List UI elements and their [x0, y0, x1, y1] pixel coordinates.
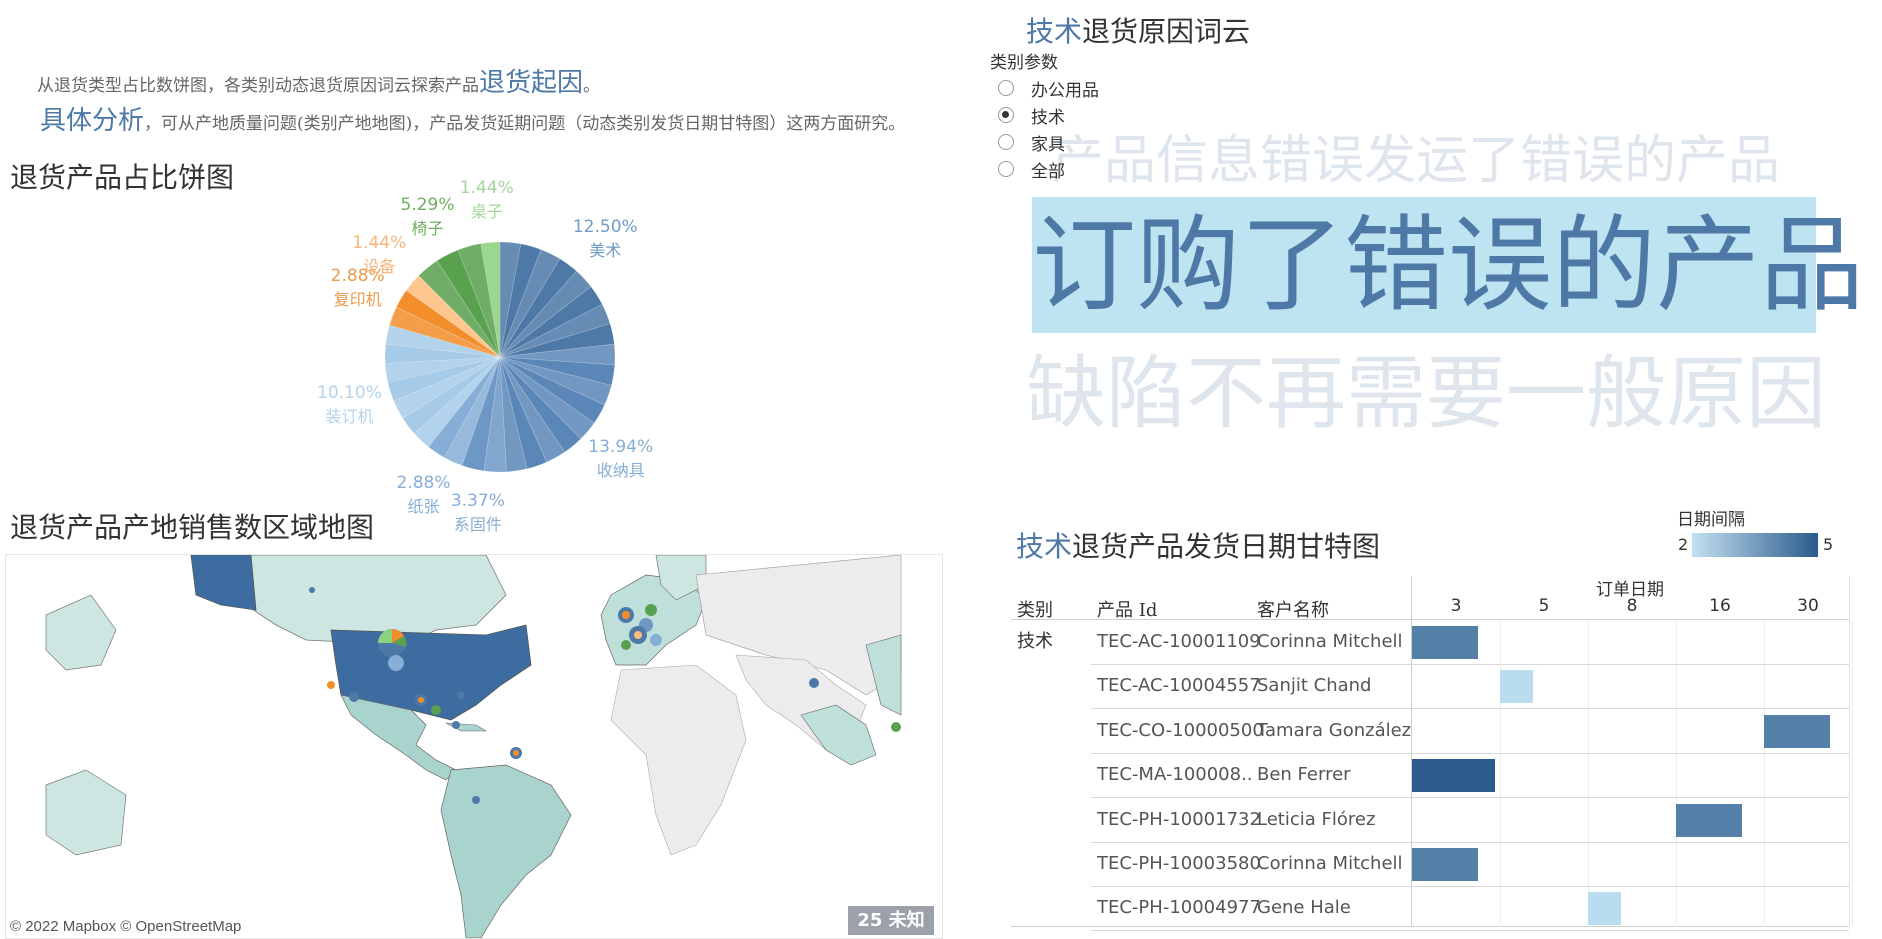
pie-label-percent: 1.44% — [352, 233, 407, 254]
gantt-tick-label: 30 — [1797, 596, 1819, 616]
radio-button-selected[interactable] — [998, 107, 1014, 123]
pie-label: 10.10% 装订机 — [317, 381, 382, 429]
pie-label: 3.37% 系固件 — [451, 489, 505, 537]
gantt-tick-label: 8 — [1626, 596, 1638, 616]
intro-line-1: 从退货类型占比数饼图，各类别动态退货原因词云探索产品退货起因。 — [37, 68, 601, 98]
map-credit: © 2022 Mapbox © OpenStreetMap — [10, 918, 242, 935]
legend-min: 2 — [1678, 535, 1689, 554]
pie-label-category: 美术 — [589, 241, 622, 261]
right-border — [1849, 576, 1850, 926]
pie-label-category: 收纳具 — [596, 460, 645, 480]
pie-label-category: 装订机 — [325, 406, 374, 426]
pie-label-category: 复印机 — [333, 290, 382, 310]
category-param-label: 类别参数 — [990, 53, 1058, 73]
pie-label-percent: 2.88% — [396, 473, 451, 494]
cloud-word-bottom: 缺陷不再需要一般原因 — [1026, 347, 1826, 440]
pie-chart — [384, 241, 616, 473]
gantt-bar[interactable] — [1412, 848, 1478, 881]
pie-label: 1.44% 设备 — [352, 231, 406, 279]
gantt-gridline — [1852, 620, 1853, 925]
map-canvas[interactable] — [6, 555, 942, 938]
gantt-row[interactable]: TEC-PH-10004977 Gene Hale — [1091, 886, 1849, 932]
legend-max: 5 — [1823, 535, 1834, 554]
gantt-title: 技术退货产品发货日期甘特图 — [1016, 530, 1381, 563]
gantt-bar[interactable] — [1764, 714, 1830, 748]
radio-button[interactable] — [998, 80, 1014, 96]
gantt-bar[interactable] — [1500, 670, 1533, 704]
gantt-row[interactable]: TEC-MA-100008.. Ben Ferrer — [1091, 753, 1849, 799]
gantt-bar[interactable] — [1588, 892, 1621, 926]
customer-name-cell: Sanjit Chand — [1257, 675, 1372, 697]
cloud-title: 技术退货原因词云 — [1026, 15, 1251, 48]
gantt-tick-label: 5 — [1538, 596, 1550, 616]
gantt-bar[interactable] — [1412, 626, 1478, 659]
radio-option-furniture[interactable]: 家具 — [998, 129, 1065, 155]
pie-label-category: 设备 — [363, 257, 396, 277]
product-id-cell: TEC-MA-100008.. — [1097, 764, 1253, 786]
pie-label: 1.44% 桌子 — [460, 176, 514, 224]
pie-label: 5.29% 椅子 — [400, 193, 454, 241]
customer-name-cell: Corinna Mitchell — [1257, 853, 1403, 874]
product-id-cell: TEC-PH-10003580 — [1097, 853, 1261, 874]
intro-line-2: 具体分析，可从产地质量问题(类别产地地图)，产品发货延期问题（动态类别发货日期甘… — [40, 106, 906, 136]
customer-name-cell: Tamara González — [1257, 719, 1412, 741]
cloud-word-main[interactable]: 订购了错误的产品 — [1032, 197, 1864, 333]
radio-button[interactable] — [998, 134, 1014, 150]
product-id-cell: TEC-CO-10000500 — [1097, 719, 1264, 741]
pie-label-category: 纸张 — [407, 497, 440, 517]
pie-label: 13.94% 收纳具 — [588, 435, 653, 483]
pie-label-category: 椅子 — [411, 218, 444, 238]
gantt-row[interactable]: TEC-CO-10000500 Tamara González — [1091, 709, 1849, 754]
legend-gradient — [1692, 533, 1818, 557]
region-map[interactable] — [5, 554, 943, 939]
pie-title: 退货产品占比饼图 — [10, 161, 235, 194]
gantt-row[interactable]: TEC-AC-10004557 Sanjit Chand — [1091, 664, 1849, 710]
pie-label-category: 系固件 — [453, 515, 502, 535]
pie-label-percent: 3.37% — [450, 491, 505, 512]
pie-label: 12.50% 美术 — [573, 215, 638, 263]
legend-title: 日期间隔 — [1677, 510, 1745, 530]
product-id-cell: TEC-AC-10001109 — [1097, 631, 1261, 652]
gantt-row[interactable]: TEC-PH-10001732 Leticia Flórez — [1091, 798, 1849, 843]
pie-label-percent: 10.10% — [317, 382, 382, 403]
cloud-word-top: 产品信息错误发运了错误的产品 — [1052, 131, 1781, 191]
product-id-cell: TEC-PH-10001732 — [1097, 808, 1261, 830]
pie-label: 2.88% 纸张 — [396, 471, 450, 519]
gantt-row[interactable]: TEC-AC-10001109 Corinna Mitchell — [1091, 620, 1849, 665]
customer-name-cell: Ben Ferrer — [1257, 764, 1351, 786]
map-title: 退货产品产地销售数区域地图 — [10, 511, 375, 544]
radio-button[interactable] — [998, 161, 1014, 177]
pie-label-percent: 13.94% — [588, 436, 654, 457]
customer-name-cell: Leticia Flórez — [1257, 808, 1376, 830]
gantt-row[interactable]: TEC-PH-10003580 Corinna Mitchell — [1091, 842, 1849, 887]
customer-name-cell: Corinna Mitchell — [1257, 631, 1403, 652]
pie-label-percent: 1.44% — [459, 177, 514, 198]
gantt-bar[interactable] — [1412, 759, 1495, 793]
gantt-tick-label: 3 — [1450, 596, 1462, 616]
pie-label-percent: 5.29% — [400, 194, 455, 215]
product-id-cell: TEC-PH-10004977 — [1097, 897, 1261, 919]
product-id-cell: TEC-AC-10004557 — [1097, 675, 1261, 697]
radio-option-all[interactable]: 全部 — [998, 156, 1065, 182]
radio-option-tech[interactable]: 技术 — [998, 102, 1065, 128]
pie-label-percent: 12.50% — [572, 217, 638, 238]
radio-option-office[interactable]: 办公用品 — [998, 75, 1099, 101]
unknown-locations-badge[interactable]: 25 未知 — [848, 906, 934, 935]
gantt-tick-label: 16 — [1709, 596, 1731, 616]
customer-name-cell: Gene Hale — [1257, 897, 1351, 919]
category-cell: 技术 — [1017, 631, 1053, 652]
gantt-bar[interactable] — [1676, 803, 1742, 837]
pie-label-category: 桌子 — [470, 201, 503, 221]
